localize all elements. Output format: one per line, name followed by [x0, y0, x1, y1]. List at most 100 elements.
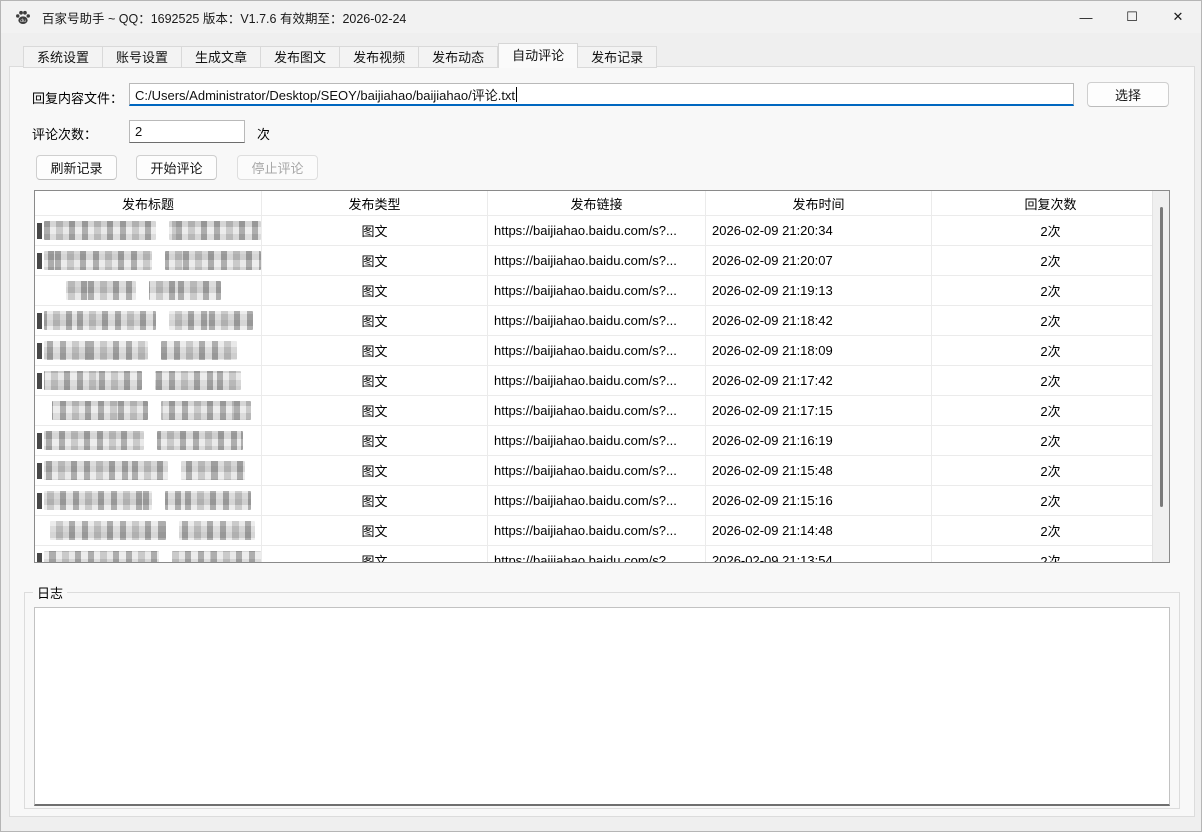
header-time: 发布时间 [706, 191, 932, 215]
table-row[interactable]: 图文 https://baijiahao.baidu.com/s?... 202… [35, 366, 1169, 396]
start-comment-button[interactable]: 开始评论 [136, 155, 217, 180]
comment-count-input[interactable]: 2 [129, 120, 245, 143]
table-row[interactable]: 图文 https://baijiahao.baidu.com/s?... 202… [35, 486, 1169, 516]
cell-type: 图文 [262, 336, 488, 365]
cell-time: 2026-02-09 21:17:15 [706, 396, 932, 425]
cell-title [35, 516, 262, 545]
cell-title [35, 396, 262, 425]
masked-title [35, 281, 261, 300]
tab-bar: 系统设置账号设置生成文章发布图文发布视频发布动态自动评论发布记录 [23, 43, 657, 67]
cell-time: 2026-02-09 21:16:19 [706, 426, 932, 455]
header-title: 发布标题 [35, 191, 262, 215]
tab-生成文章[interactable]: 生成文章 [182, 46, 261, 68]
table-row[interactable]: 图文 https://baijiahao.baidu.com/s?... 202… [35, 276, 1169, 306]
masked-title-segment [44, 371, 142, 390]
refresh-records-button[interactable]: 刷新记录 [36, 155, 117, 180]
cell-type: 图文 [262, 276, 488, 305]
cell-link: https://baijiahao.baidu.com/s?... [488, 426, 706, 455]
masked-title-lead [37, 313, 42, 329]
masked-title-segment [172, 551, 261, 563]
masked-title-lead [37, 463, 42, 479]
masked-title-segment [179, 521, 255, 540]
tab-发布动态[interactable]: 发布动态 [419, 46, 498, 68]
masked-title [35, 401, 261, 420]
reply-file-label: 回复内容文件： [32, 88, 123, 107]
table-row[interactable]: 图文 https://baijiahao.baidu.com/s?... 202… [35, 516, 1169, 546]
masked-title [35, 221, 261, 240]
table-row[interactable]: 图文 https://baijiahao.baidu.com/s?... 202… [35, 546, 1169, 563]
cell-title [35, 546, 262, 563]
table-row[interactable]: 图文 https://baijiahao.baidu.com/s?... 202… [35, 336, 1169, 366]
tab-发布记录[interactable]: 发布记录 [578, 46, 657, 68]
cell-title [35, 276, 262, 305]
cell-replies: 2次 [932, 456, 1169, 485]
tab-自动评论[interactable]: 自动评论 [498, 43, 578, 68]
cell-time: 2026-02-09 21:19:13 [706, 276, 932, 305]
table-scrollbar[interactable] [1152, 191, 1169, 562]
masked-title-segment [161, 401, 251, 420]
scrollbar-thumb[interactable] [1160, 207, 1163, 507]
cell-replies: 2次 [932, 336, 1169, 365]
header-link: 发布链接 [488, 191, 706, 215]
masked-title [35, 371, 261, 390]
masked-title [35, 341, 261, 360]
log-textarea[interactable] [34, 607, 1170, 806]
window-controls: — ☐ ✕ [1063, 1, 1201, 33]
tab-账号设置[interactable]: 账号设置 [103, 46, 182, 68]
cell-replies: 2次 [932, 276, 1169, 305]
cell-link: https://baijiahao.baidu.com/s?... [488, 486, 706, 515]
cell-replies: 2次 [932, 396, 1169, 425]
masked-title-segment [165, 251, 261, 270]
minimize-button[interactable]: — [1063, 1, 1109, 33]
cell-title [35, 366, 262, 395]
masked-title-segment [44, 311, 156, 330]
cell-time: 2026-02-09 21:20:07 [706, 246, 932, 275]
cell-link: https://baijiahao.baidu.com/s?... [488, 276, 706, 305]
masked-title-segment [181, 461, 245, 480]
masked-title [35, 491, 261, 510]
maximize-button[interactable]: ☐ [1109, 1, 1155, 33]
cell-type: 图文 [262, 486, 488, 515]
table-row[interactable]: 图文 https://baijiahao.baidu.com/s?... 202… [35, 396, 1169, 426]
tab-发布图文[interactable]: 发布图文 [261, 46, 340, 68]
close-button[interactable]: ✕ [1155, 1, 1201, 33]
reply-file-value: C:/Users/Administrator/Desktop/SEOY/baij… [135, 85, 515, 104]
masked-title-lead [37, 253, 42, 269]
masked-title-segment [52, 401, 148, 420]
tab-系统设置[interactable]: 系统设置 [23, 46, 103, 68]
table-row[interactable]: 图文 https://baijiahao.baidu.com/s?... 202… [35, 246, 1169, 276]
cell-replies: 2次 [932, 426, 1169, 455]
masked-title [35, 431, 261, 450]
masked-title-segment [44, 431, 144, 450]
masked-title [35, 311, 261, 330]
cell-type: 图文 [262, 396, 488, 425]
masked-title-segment [44, 461, 168, 480]
table-row[interactable]: 图文 https://baijiahao.baidu.com/s?... 202… [35, 456, 1169, 486]
cell-link: https://baijiahao.baidu.com/s?... [488, 546, 706, 563]
cell-time: 2026-02-09 21:15:16 [706, 486, 932, 515]
choose-file-button[interactable]: 选择 [1087, 82, 1169, 107]
masked-title-segment [44, 221, 156, 240]
tab-发布视频[interactable]: 发布视频 [340, 46, 419, 68]
table-row[interactable]: 图文 https://baijiahao.baidu.com/s?... 202… [35, 306, 1169, 336]
tab-page-auto-comment: 回复内容文件： C:/Users/Administrator/Desktop/S… [9, 66, 1195, 817]
cell-time: 2026-02-09 21:14:48 [706, 516, 932, 545]
table-row[interactable]: 图文 https://baijiahao.baidu.com/s?... 202… [35, 426, 1169, 456]
cell-type: 图文 [262, 246, 488, 275]
masked-title-segment [169, 311, 253, 330]
titlebar: du 百家号助手 ~ QQ：1692525 版本：V1.7.6 有效期至：202… [1, 1, 1201, 33]
reply-file-input[interactable]: C:/Users/Administrator/Desktop/SEOY/baij… [129, 83, 1074, 106]
masked-title-segment [169, 221, 261, 240]
cell-link: https://baijiahao.baidu.com/s?... [488, 216, 706, 245]
cell-replies: 2次 [932, 486, 1169, 515]
cell-replies: 2次 [932, 216, 1169, 245]
masked-title-segment [157, 431, 243, 450]
svg-text:du: du [20, 18, 26, 24]
masked-title-segment [149, 281, 221, 300]
table-row[interactable]: 图文 https://baijiahao.baidu.com/s?... 202… [35, 216, 1169, 246]
window-title: 百家号助手 ~ QQ：1692525 版本：V1.7.6 有效期至：2026-0… [42, 8, 406, 27]
cell-type: 图文 [262, 516, 488, 545]
masked-title [35, 461, 261, 480]
cell-link: https://baijiahao.baidu.com/s?... [488, 246, 706, 275]
table-body: 图文 https://baijiahao.baidu.com/s?... 202… [35, 216, 1169, 563]
